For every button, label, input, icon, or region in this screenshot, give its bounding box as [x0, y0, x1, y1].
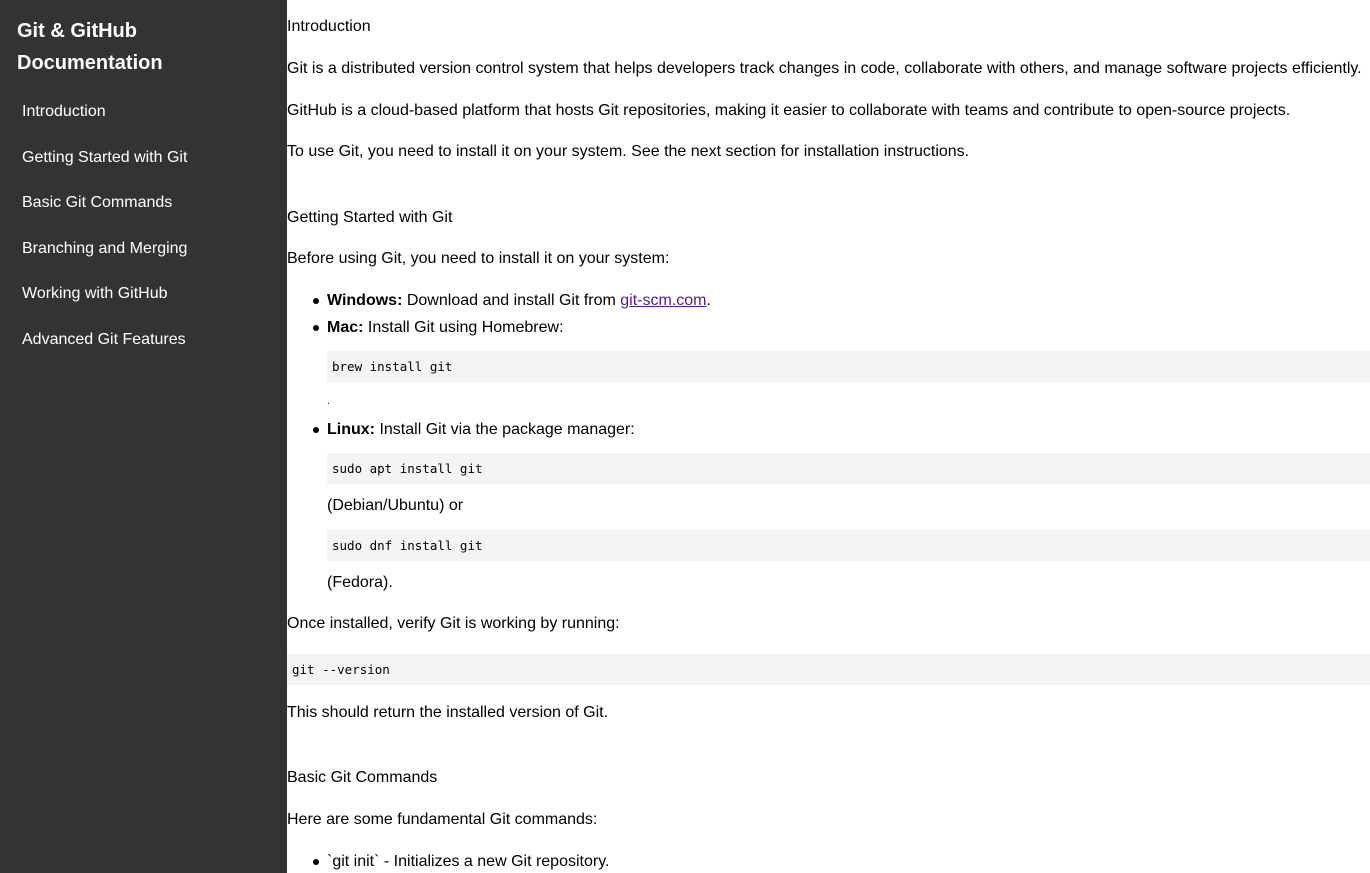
list-item-git-init: `git init` - Initializes a new Git repos… — [327, 853, 610, 870]
getting-started-heading: Getting Started with Git — [287, 209, 453, 226]
windows-end: . — [706, 292, 711, 309]
bullet-dot — [313, 859, 319, 865]
bullet-dot — [313, 298, 319, 304]
linux-note-debian: (Debian/Ubuntu) or — [327, 497, 464, 514]
sidebar-link-branching[interactable]: Branching and Merging — [22, 240, 187, 257]
intro-heading: Introduction — [287, 18, 371, 35]
sidebar-item-github: Working with GitHub — [22, 282, 187, 328]
code-block-dnf: sudo dnf install git — [327, 530, 1370, 561]
list-item-linux: Linux: Install Git via the package manag… — [327, 420, 635, 440]
linux-text: Install Git via the package manager: — [375, 421, 635, 438]
list-item-windows: Windows: Download and install Git from g… — [327, 291, 711, 311]
basic-commands-lead: Here are some fundamental Git commands: — [287, 811, 598, 828]
list-item-mac: Mac: Install Git using Homebrew: — [327, 318, 564, 338]
git-scm-link[interactable]: git-scm.com — [620, 292, 706, 309]
linux-note-fedora: (Fedora). — [327, 574, 393, 591]
sidebar-link-advanced[interactable]: Advanced Git Features — [22, 331, 186, 348]
code-block-version: git --version — [287, 654, 1370, 685]
sidebar-item-getting-started: Getting Started with Git — [22, 146, 187, 192]
basic-commands-heading: Basic Git Commands — [287, 769, 438, 786]
windows-label: Windows: — [327, 292, 403, 309]
sidebar-item-basic-commands: Basic Git Commands — [22, 191, 187, 237]
mac-label: Mac: — [327, 319, 364, 336]
getting-started-lead: Before using Git, you need to install it… — [287, 250, 670, 267]
sidebar-link-introduction[interactable]: Introduction — [22, 103, 106, 120]
sidebar-link-basic-commands[interactable]: Basic Git Commands — [22, 194, 172, 211]
intro-paragraph-3: To use Git, you need to install it on yo… — [287, 143, 970, 160]
sidebar-item-introduction: Introduction — [22, 100, 187, 146]
sidebar: Git & GitHub Documentation Introduction … — [0, 0, 287, 873]
verify-text: Once installed, verify Git is working by… — [287, 615, 620, 632]
sidebar-link-github[interactable]: Working with GitHub — [22, 285, 168, 302]
sidebar-item-advanced: Advanced Git Features — [22, 328, 187, 374]
code-block-apt: sudo apt install git — [327, 453, 1370, 484]
intro-paragraph-2: GitHub is a cloud-based platform that ho… — [287, 102, 1291, 119]
bullet-dot — [313, 427, 319, 433]
windows-text: Download and install Git from — [402, 292, 621, 309]
sidebar-item-branching: Branching and Merging — [22, 237, 187, 283]
main-content: Introduction Git is a distributed versio… — [287, 0, 1370, 873]
verify-after-text: This should return the installed version… — [287, 704, 609, 721]
mac-end: . — [327, 396, 330, 407]
sidebar-link-getting-started[interactable]: Getting Started with Git — [22, 149, 187, 166]
sidebar-nav: Introduction Getting Started with Git Ba… — [22, 100, 187, 374]
code-block-brew: brew install git — [327, 351, 1370, 382]
intro-paragraph-1: Git is a distributed version control sys… — [287, 60, 1362, 77]
mac-text: Install Git using Homebrew: — [363, 319, 564, 336]
bullet-dot — [313, 325, 319, 331]
sidebar-title: Git & GitHub Documentation — [17, 20, 163, 74]
linux-label: Linux: — [327, 421, 375, 438]
